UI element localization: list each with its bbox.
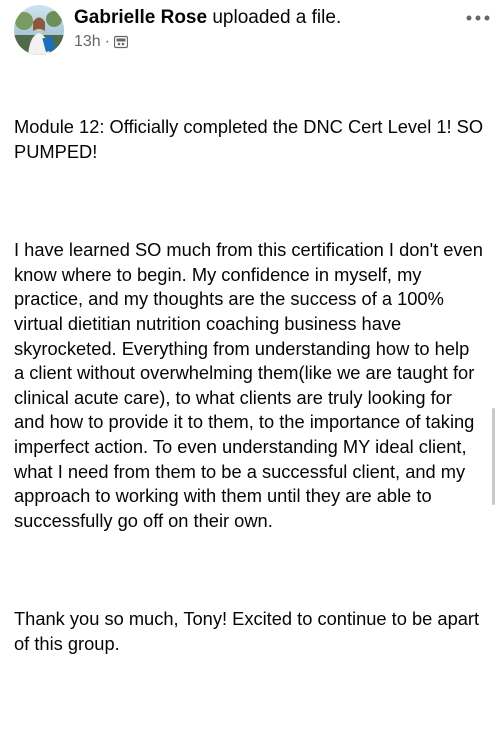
avatar[interactable] (14, 5, 64, 55)
group-icon[interactable] (113, 35, 129, 49)
post-paragraph: Thank you so much, Tony! Excited to cont… (14, 608, 485, 654)
post-paragraph: Module 12: Officially completed the DNC … (14, 116, 489, 162)
author-name[interactable]: Gabrielle Rose (74, 7, 207, 28)
post-timestamp[interactable]: 13h (74, 32, 101, 52)
post-action: uploaded a file. (212, 7, 342, 28)
post-body: Module 12: Officially completed the DNC … (14, 66, 484, 730)
meta-separator: · (104, 33, 111, 50)
post-meta: 13h · (74, 32, 460, 52)
more-options-button[interactable] (464, 10, 492, 26)
post-card: Gabrielle Rose uploaded a file. 13h · Mo… (0, 0, 500, 654)
post-header: Gabrielle Rose uploaded a file. 13h · (74, 6, 460, 52)
more-options-icon (466, 15, 490, 21)
avatar-image (14, 5, 64, 55)
post-paragraph: I have learned SO much from this certifi… (14, 239, 488, 531)
author-line: Gabrielle Rose uploaded a file. (74, 6, 460, 30)
scrollbar[interactable] (492, 408, 495, 505)
